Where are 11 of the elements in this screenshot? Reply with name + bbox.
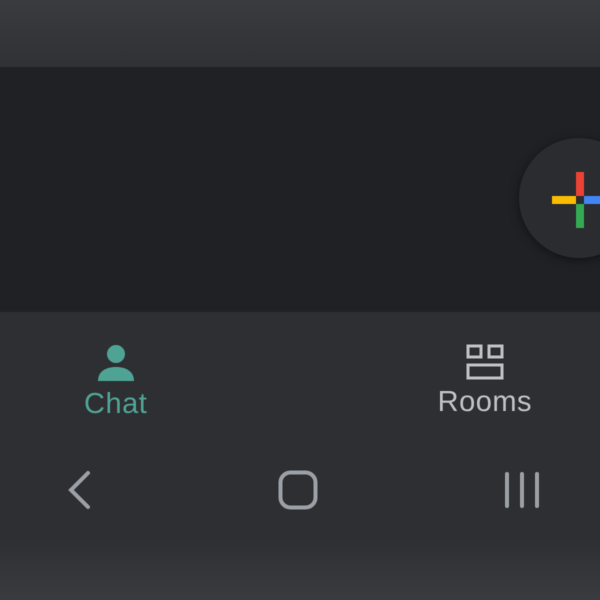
home-button[interactable] [278, 470, 318, 510]
person-icon [96, 344, 136, 382]
nav-tab[interactable]: Rooms [424, 334, 546, 429]
recents-icon [504, 472, 540, 508]
home-icon [278, 470, 318, 510]
grid-icon [466, 344, 504, 380]
nav-tab[interactable]: Chat [70, 334, 162, 431]
back-icon [66, 470, 92, 510]
recents-button[interactable] [504, 472, 540, 508]
plus-icon [552, 172, 600, 228]
back-button[interactable] [66, 470, 92, 510]
